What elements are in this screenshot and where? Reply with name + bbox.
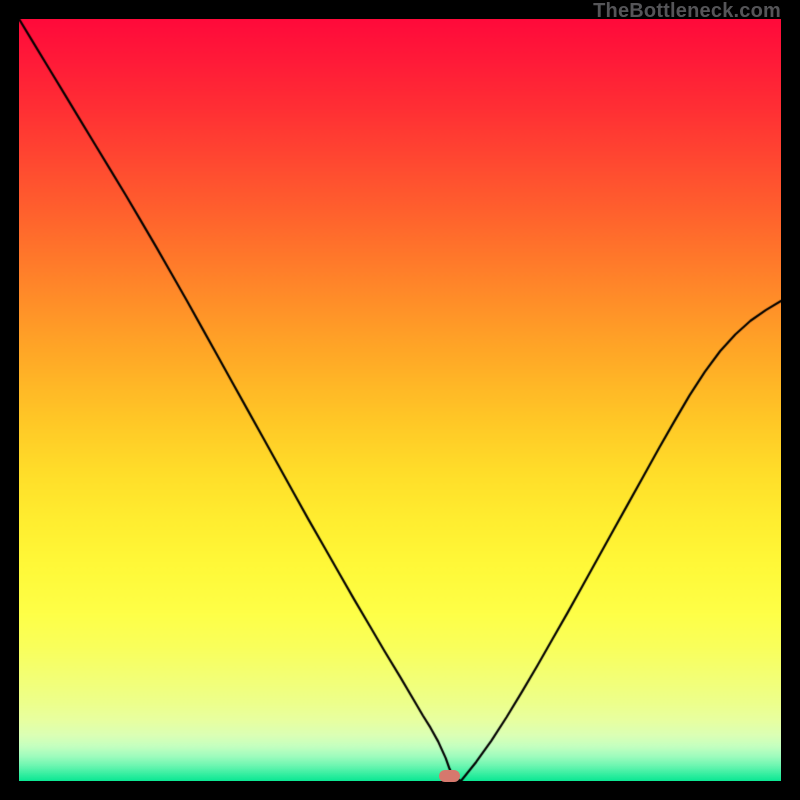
optimal-marker (439, 770, 460, 782)
watermark-text: TheBottleneck.com (593, 0, 781, 23)
bottleneck-curve (19, 19, 781, 781)
plot-area (19, 19, 781, 781)
outer-frame: TheBottleneck.com (0, 0, 800, 800)
